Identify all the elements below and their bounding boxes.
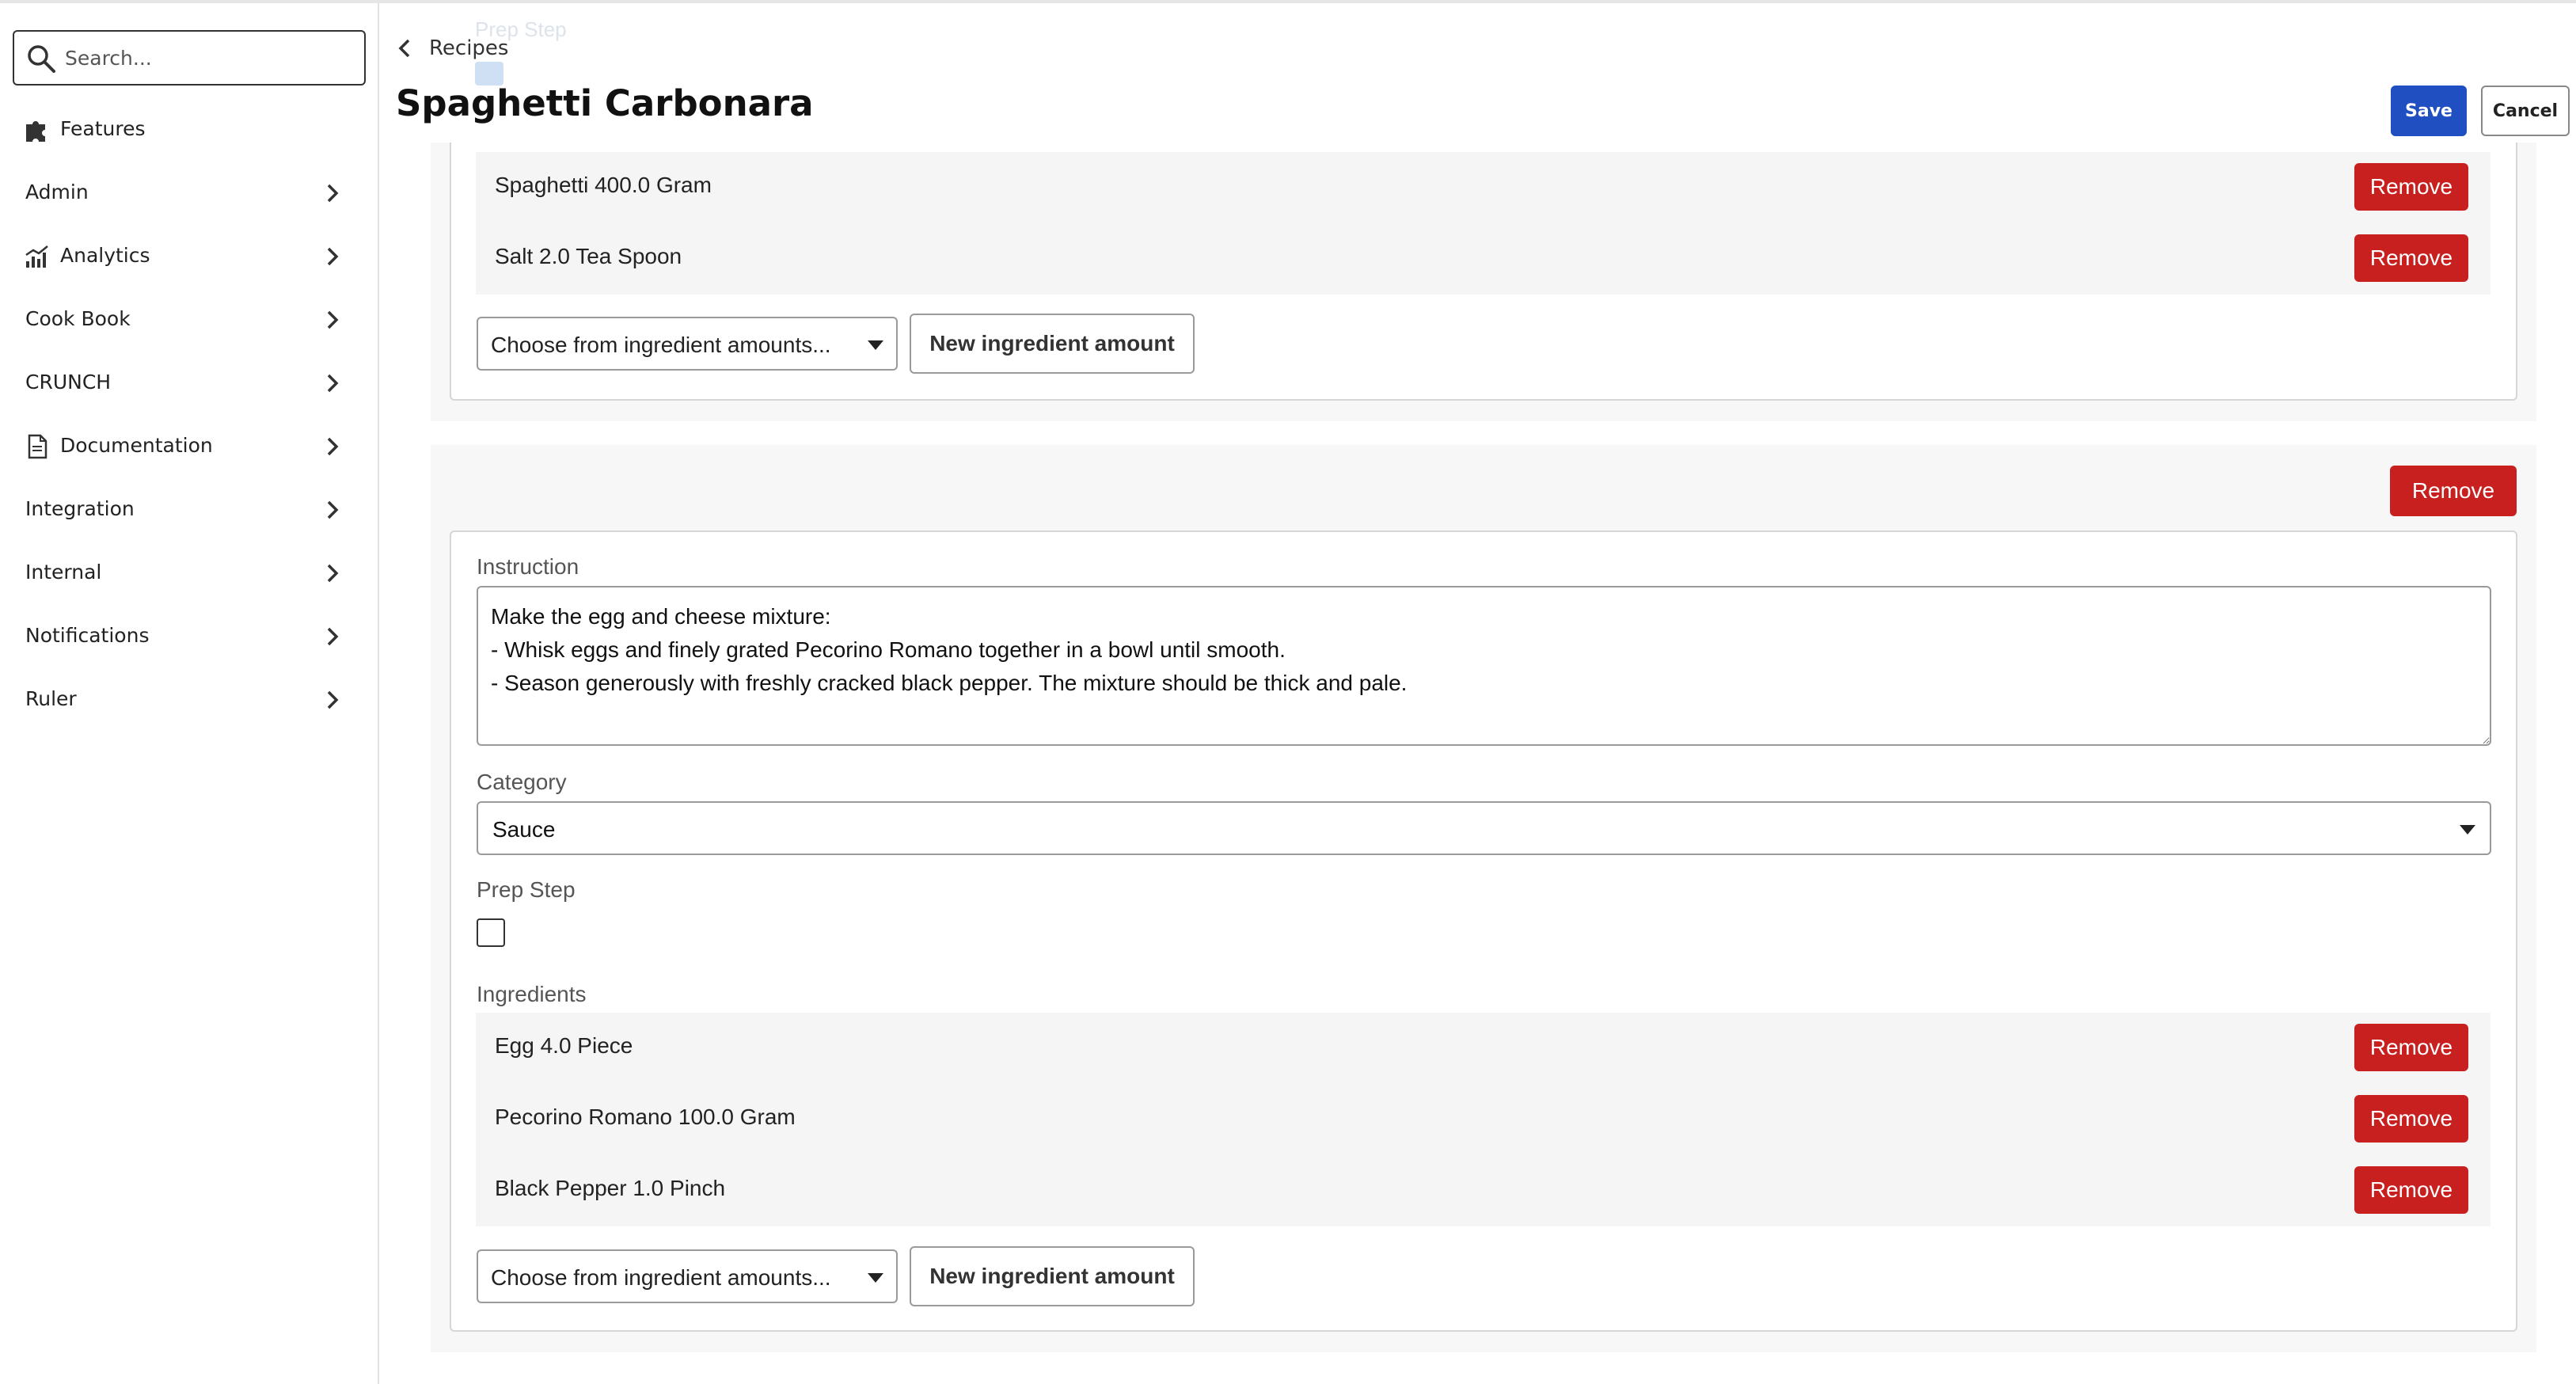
- category-label: Category: [477, 770, 567, 794]
- breadcrumb-back-link[interactable]: Recipes: [397, 32, 508, 65]
- ingredient-row: Egg 4.0 Piece Remove: [476, 1013, 2491, 1084]
- sidebar-item-internal[interactable]: Internal: [0, 545, 378, 600]
- prep-step-checkbox[interactable]: [477, 918, 505, 947]
- sidebar-item-label: Features: [60, 117, 146, 140]
- remove-ingredient-button[interactable]: Remove: [2354, 1095, 2468, 1143]
- sidebar-item-label: Documentation: [60, 434, 213, 457]
- page-title: Spaghetti Carbonara: [396, 82, 814, 124]
- ingredient-text: Spaghetti 400.0 Gram: [495, 173, 712, 197]
- ingredients-label: Ingredients: [477, 982, 587, 1006]
- sidebar-item-label: CRUNCH: [25, 371, 112, 394]
- chevron-right-icon: [327, 374, 339, 393]
- category-select[interactable]: Sauce: [477, 801, 2491, 855]
- new-ingredient-amount-button[interactable]: New ingredient amount: [910, 1246, 1195, 1306]
- remove-ingredient-button[interactable]: Remove: [2354, 163, 2468, 211]
- chevron-right-icon: [327, 500, 339, 519]
- ingredient-list: Egg 4.0 Piece Remove Pecorino Romano 100…: [476, 1013, 2491, 1226]
- prep-step-label: Prep Step: [477, 877, 576, 902]
- new-ingredient-amount-button[interactable]: New ingredient amount: [910, 314, 1195, 374]
- caret-down-icon: [868, 340, 883, 350]
- ingredient-amount-select[interactable]: Choose from ingredient amounts...: [477, 317, 898, 371]
- ingredient-text: Black Pepper 1.0 Pinch: [495, 1176, 726, 1200]
- sidebar-item-label: Cook Book: [25, 307, 131, 330]
- analytics-chart-icon: [25, 245, 48, 268]
- search-box[interactable]: [13, 30, 366, 86]
- ingredient-text: Egg 4.0 Piece: [495, 1033, 633, 1058]
- ingredient-row: Salt 2.0 Tea Spoon Remove: [476, 223, 2491, 295]
- instruction-label: Instruction: [477, 554, 579, 579]
- sidebar: Features Admin Analytics Cook Book CRUNC…: [0, 3, 379, 1384]
- ingredient-row: Pecorino Romano 100.0 Gram Remove: [476, 1084, 2491, 1155]
- sidebar-item-label: Admin: [25, 181, 89, 203]
- sidebar-item-ruler[interactable]: Ruler: [0, 671, 378, 727]
- caret-down-icon: [868, 1273, 883, 1283]
- remove-ingredient-button[interactable]: Remove: [2354, 1166, 2468, 1214]
- sidebar-item-label: Integration: [25, 497, 135, 520]
- cancel-button[interactable]: Cancel: [2481, 86, 2570, 136]
- ingredient-row: Spaghetti 400.0 Gram Remove: [476, 152, 2491, 223]
- chevron-right-icon: [327, 310, 339, 329]
- chevron-right-icon: [327, 247, 339, 266]
- sidebar-item-admin[interactable]: Admin: [0, 165, 378, 220]
- sidebar-item-documentation[interactable]: Documentation: [0, 418, 378, 473]
- select-placeholder: Choose from ingredient amounts...: [491, 333, 831, 357]
- ingredient-text: Pecorino Romano 100.0 Gram: [495, 1105, 796, 1129]
- ingredient-row: Black Pepper 1.0 Pinch Remove: [476, 1155, 2491, 1226]
- sidebar-item-crunch[interactable]: CRUNCH: [0, 355, 378, 410]
- sidebar-item-integration[interactable]: Integration: [0, 481, 378, 537]
- caret-down-icon: [2460, 825, 2475, 835]
- save-button[interactable]: Save: [2391, 86, 2467, 136]
- sidebar-item-label: Notifications: [25, 624, 150, 647]
- sidebar-item-notifications[interactable]: Notifications: [0, 608, 378, 663]
- remove-step-button[interactable]: Remove: [2390, 466, 2517, 516]
- sidebar-item-label: Internal: [25, 561, 102, 584]
- chevron-right-icon: [327, 437, 339, 456]
- chevron-right-icon: [327, 564, 339, 583]
- chevron-right-icon: [327, 184, 339, 203]
- search-icon: [28, 45, 55, 73]
- sidebar-item-analytics[interactable]: Analytics: [0, 228, 378, 283]
- ingredient-amount-select[interactable]: Choose from ingredient amounts...: [477, 1249, 898, 1303]
- chevron-right-icon: [327, 627, 339, 646]
- ingredient-list: Spaghetti 400.0 Gram Remove Salt 2.0 Tea…: [476, 152, 2491, 295]
- search-input[interactable]: [65, 38, 358, 78]
- sidebar-item-label: Ruler: [25, 687, 77, 710]
- sidebar-item-features[interactable]: Features: [0, 101, 378, 157]
- ingredient-text: Salt 2.0 Tea Spoon: [495, 244, 682, 268]
- remove-ingredient-button[interactable]: Remove: [2354, 1024, 2468, 1071]
- chevron-right-icon: [327, 690, 339, 709]
- puzzle-icon: [26, 121, 45, 142]
- document-icon: [28, 434, 47, 459]
- instruction-textarea[interactable]: Make the egg and cheese mixture: - Whisk…: [477, 586, 2491, 746]
- chevron-left-icon: [398, 39, 410, 58]
- select-placeholder: Choose from ingredient amounts...: [491, 1265, 831, 1290]
- breadcrumb-label: Recipes: [429, 36, 509, 60]
- sidebar-item-label: Analytics: [60, 244, 150, 267]
- sidebar-item-cook-book[interactable]: Cook Book: [0, 291, 378, 347]
- category-value: Sauce: [492, 817, 556, 842]
- remove-ingredient-button[interactable]: Remove: [2354, 234, 2468, 282]
